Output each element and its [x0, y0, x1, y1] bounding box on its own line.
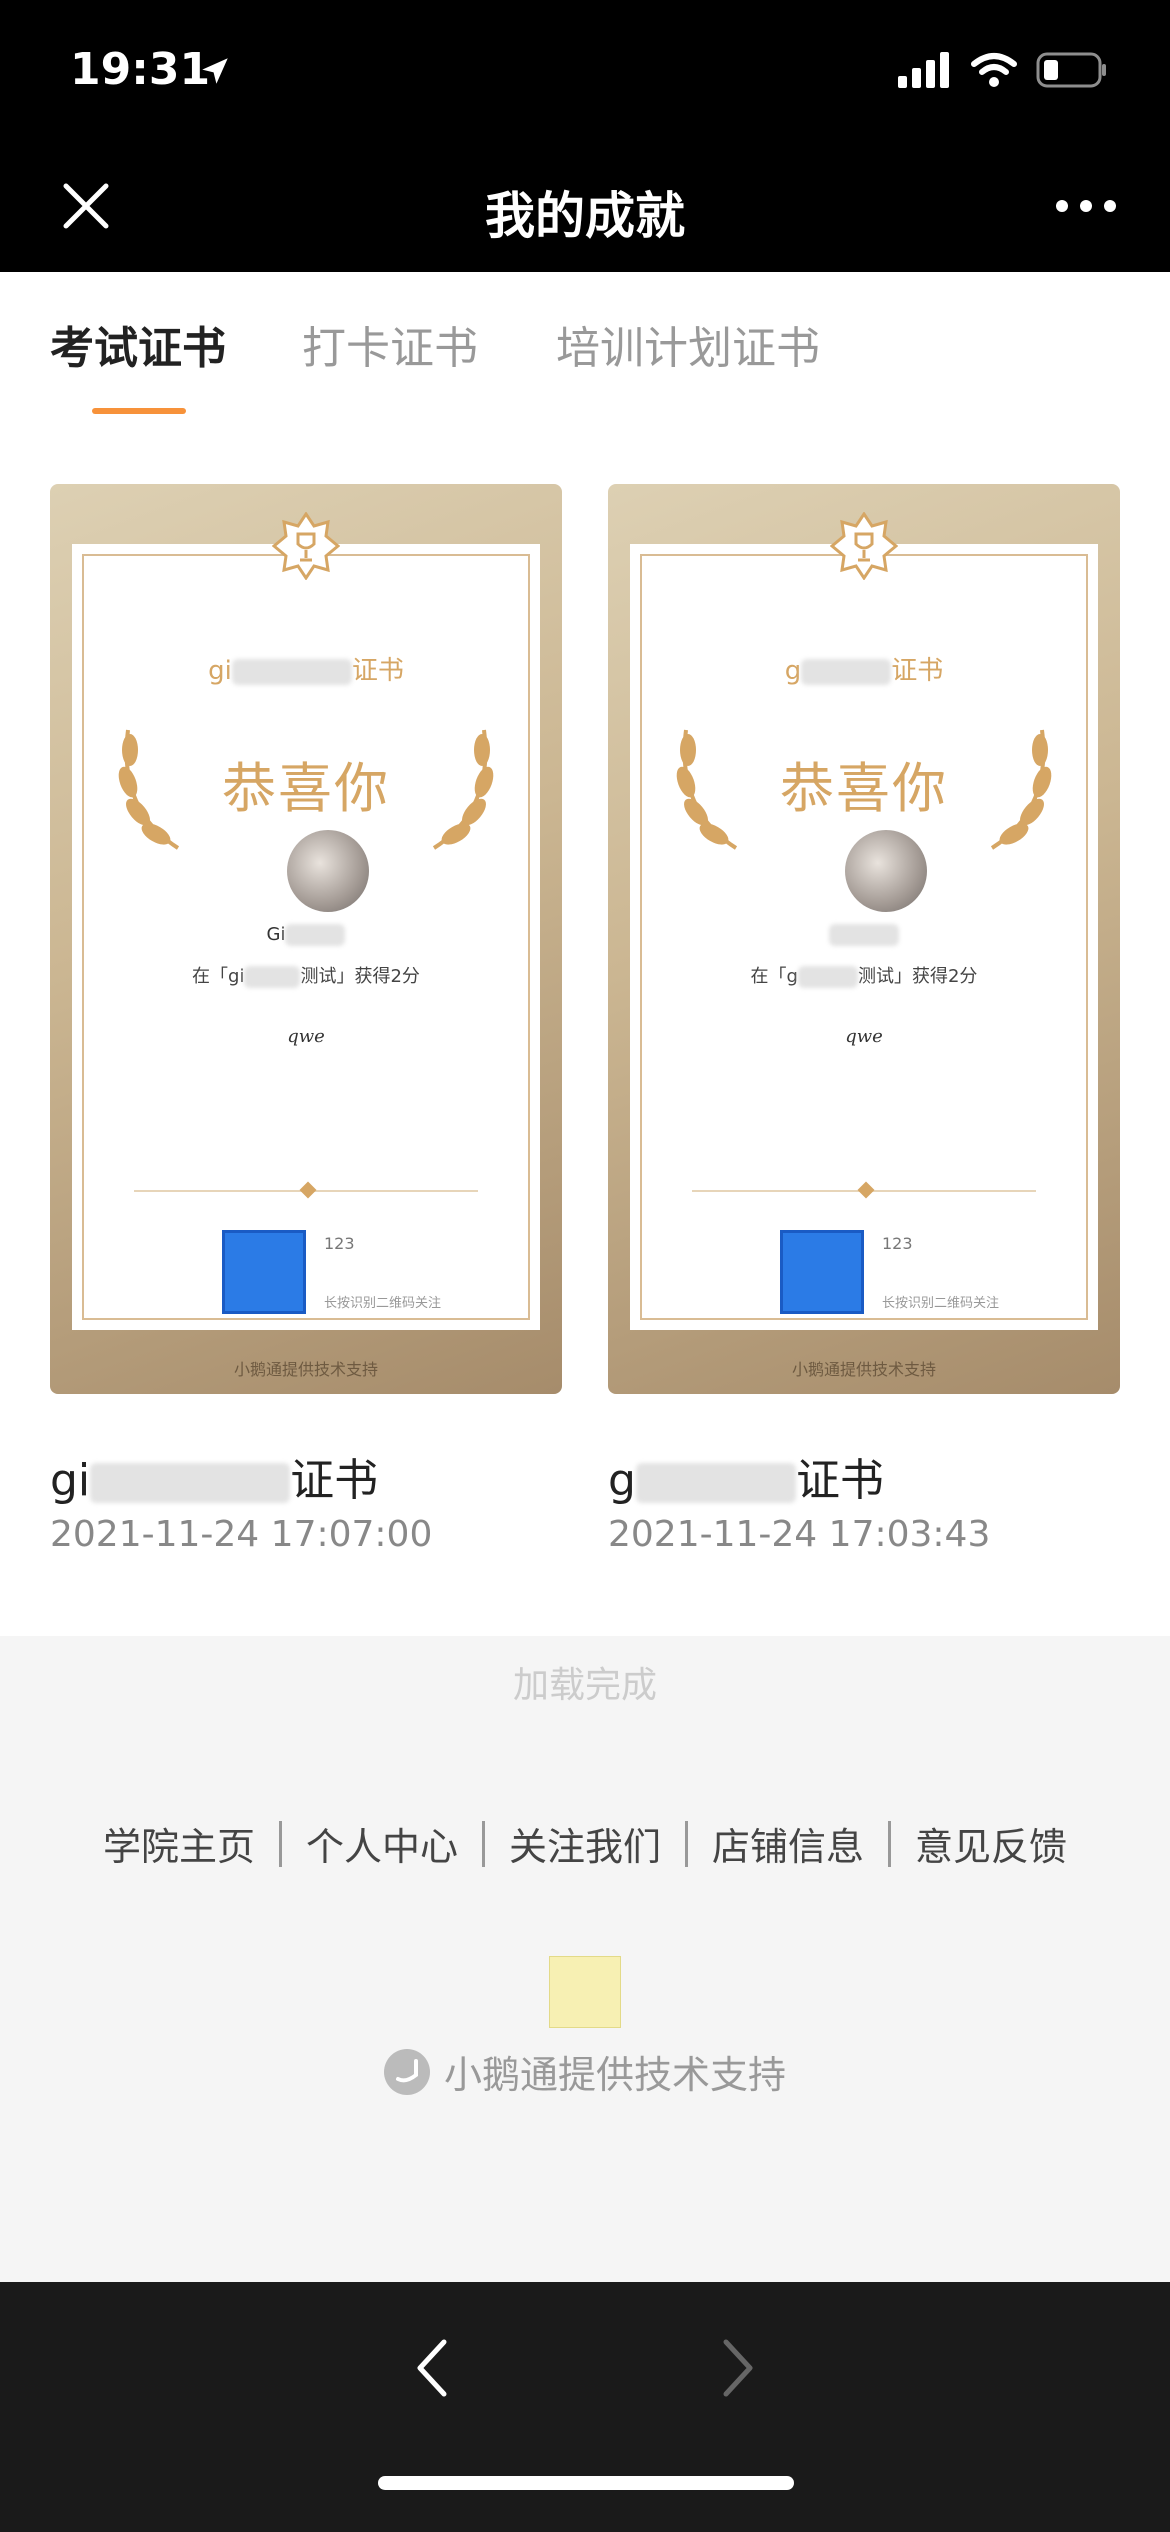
brand-credit: 小鹅通提供技术支持 [0, 2044, 1170, 2099]
qr-label: 123 [324, 1234, 355, 1253]
link-follow-us[interactable]: 关注我们 [485, 1816, 685, 1871]
content: 考试证书 打卡证书 培训计划证书 gi 证书 恭喜你 Gi 在「gi 测试」获得… [0, 272, 1170, 1636]
certificate-footer: 小鹅通提供技术支持 [791, 1360, 936, 1379]
certificate-paper: g 证书 恭喜你 在「g 测试」获得2分 qwe 123 长按识别二维码关注 [630, 544, 1098, 1330]
qr-hint: 长按识别二维码关注 [324, 1296, 442, 1311]
load-status: 加载完成 [512, 1665, 657, 1706]
footer-links: 学院主页 个人中心 关注我们 店铺信息 意见反馈 [0, 1816, 1170, 1871]
tab-checkin-certificates[interactable]: 打卡证书 [302, 312, 478, 376]
tab-training-certificates[interactable]: 培训计划证书 [556, 312, 820, 376]
certificate-description: 在「gi 测试」获得2分 [192, 966, 420, 988]
certificate-signature: qwe [845, 1026, 883, 1047]
certificate-recipient: Gi [72, 924, 540, 946]
trophy-badge-icon [830, 512, 898, 580]
certificate-title: g 证书 [784, 656, 944, 686]
link-shop-info[interactable]: 店铺信息 [688, 1816, 888, 1871]
certificate-card[interactable]: g 证书 恭喜你 在「g 测试」获得2分 qwe 123 长按识别二维码关注 小… [608, 484, 1120, 1555]
status-time: 19:31 [70, 44, 211, 95]
link-personal-center[interactable]: 个人中心 [282, 1816, 482, 1871]
home-indicator [378, 2476, 794, 2490]
certificate-image[interactable]: g 证书 恭喜你 在「g 测试」获得2分 qwe 123 长按识别二维码关注 小… [608, 484, 1120, 1394]
certificate-image[interactable]: gi 证书 恭喜你 Gi 在「gi 测试」获得2分 qwe 123 长按识别二维… [50, 484, 562, 1394]
browser-toolbar [0, 2282, 1170, 2532]
link-feedback[interactable]: 意见反馈 [891, 1816, 1091, 1871]
location-arrow-icon [202, 58, 228, 84]
status-indicators [898, 52, 1108, 88]
certificate-name: g 证书 [608, 1455, 884, 1506]
certificate-time: 2021-11-24 17:07:00 [50, 1514, 433, 1555]
brand-qr-image [549, 1956, 621, 2028]
certificate-card[interactable]: gi 证书 恭喜你 Gi 在「gi 测试」获得2分 qwe 123 长按识别二维… [50, 484, 562, 1555]
tab-exam-certificates[interactable]: 考试证书 [50, 312, 226, 376]
certificate-name: gi 证书 [50, 1455, 379, 1506]
tab-bar: 考试证书 打卡证书 培训计划证书 [0, 272, 1170, 422]
goose-logo-icon [383, 2048, 430, 2095]
qr-code-image [222, 1230, 306, 1314]
battery-icon [1036, 52, 1106, 88]
page-footer: 加载完成 学院主页 个人中心 关注我们 店铺信息 意见反馈 小鹅通提供技术支持 [0, 1636, 1170, 2282]
certificate-signature: qwe [287, 1026, 325, 1047]
certificate-recipient [630, 924, 1098, 946]
nav-bar: 我的成就 [0, 150, 1170, 272]
certificate-description: 在「g 测试」获得2分 [750, 966, 978, 988]
avatar [845, 830, 927, 912]
certificate-congrats: 恭喜你 [222, 757, 390, 820]
trophy-badge-icon [272, 512, 340, 580]
forward-arrow-icon[interactable] [712, 2328, 762, 2408]
link-academy-home[interactable]: 学院主页 [79, 1816, 279, 1871]
more-icon[interactable] [1054, 196, 1118, 216]
cellular-signal-icon [898, 52, 949, 88]
brand-credit-label: 小鹅通提供技术支持 [443, 2053, 786, 2097]
tab-active-indicator [92, 408, 186, 414]
certificate-title: gi 证书 [208, 656, 404, 686]
wifi-icon [971, 53, 1017, 87]
avatar [287, 830, 369, 912]
qr-hint: 长按识别二维码关注 [882, 1296, 1000, 1311]
page-title: 我的成就 [485, 187, 685, 245]
back-arrow-icon[interactable] [408, 2328, 458, 2408]
qr-label: 123 [882, 1234, 913, 1253]
status-bar: 19:31 [0, 0, 1170, 150]
certificate-time: 2021-11-24 17:03:43 [608, 1514, 991, 1555]
certificate-footer: 小鹅通提供技术支持 [233, 1360, 378, 1379]
certificate-congrats: 恭喜你 [780, 757, 948, 820]
qr-code-image [780, 1230, 864, 1314]
certificate-paper: gi 证书 恭喜你 Gi 在「gi 测试」获得2分 qwe 123 长按识别二维… [72, 544, 540, 1330]
